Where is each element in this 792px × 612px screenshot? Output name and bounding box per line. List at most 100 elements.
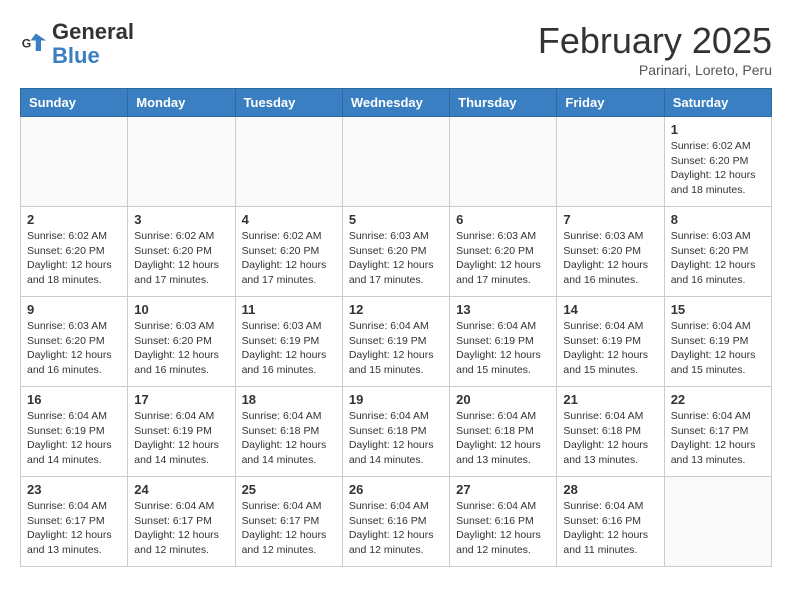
location: Parinari, Loreto, Peru <box>538 62 772 78</box>
calendar-cell: 7 Sunrise: 6:03 AM Sunset: 6:20 PM Daylig… <box>557 207 664 297</box>
calendar-cell: 25 Sunrise: 6:04 AM Sunset: 6:17 PM Dayli… <box>235 477 342 567</box>
day-number: 25 <box>242 482 336 497</box>
logo-general: General <box>52 19 134 44</box>
day-number: 27 <box>456 482 550 497</box>
logo: G General Blue <box>20 20 134 68</box>
weekday-header-tuesday: Tuesday <box>235 89 342 117</box>
calendar-cell: 11Sunrise: 6:03 AM Sunset: 6:19 PM Dayli… <box>235 297 342 387</box>
calendar-cell: 8 Sunrise: 6:03 AM Sunset: 6:20 PM Daylig… <box>664 207 771 297</box>
page-header: G General Blue February 2025 Parinari, L… <box>20 20 772 78</box>
day-info: Sunrise: 6:02 AM Sunset: 6:20 PM Dayligh… <box>134 229 228 288</box>
calendar-cell <box>235 117 342 207</box>
calendar-cell <box>342 117 449 207</box>
calendar-cell: 10 Sunrise: 6:03 AM Sunset: 6:20 PM Dayli… <box>128 297 235 387</box>
day-info: Sunrise: 6:04 AM Sunset: 6:16 PM Dayligh… <box>349 499 443 558</box>
day-info: Sunrise: 6:04 AM Sunset: 6:17 PM Dayligh… <box>27 499 121 558</box>
calendar-cell <box>128 117 235 207</box>
calendar-cell: 26 Sunrise: 6:04 AM Sunset: 6:16 PM Dayli… <box>342 477 449 567</box>
day-info: Sunrise: 6:03 AM Sunset: 6:20 PM Dayligh… <box>27 319 121 378</box>
weekday-header-monday: Monday <box>128 89 235 117</box>
day-number: 2 <box>27 212 121 227</box>
calendar-week-3: 9 Sunrise: 6:03 AM Sunset: 6:20 PM Daylig… <box>21 297 772 387</box>
calendar-cell <box>450 117 557 207</box>
weekday-header-wednesday: Wednesday <box>342 89 449 117</box>
calendar-cell: 14 Sunrise: 6:04 AM Sunset: 6:19 PM Dayli… <box>557 297 664 387</box>
day-info: Sunrise: 6:04 AM Sunset: 6:17 PM Dayligh… <box>242 499 336 558</box>
day-number: 10 <box>134 302 228 317</box>
calendar-cell <box>557 117 664 207</box>
calendar-week-4: 16 Sunrise: 6:04 AM Sunset: 6:19 PM Dayli… <box>21 387 772 477</box>
calendar-week-2: 2 Sunrise: 6:02 AM Sunset: 6:20 PM Daylig… <box>21 207 772 297</box>
title-area: February 2025 Parinari, Loreto, Peru <box>538 20 772 78</box>
day-number: 6 <box>456 212 550 227</box>
day-number: 3 <box>134 212 228 227</box>
day-info: Sunrise: 6:04 AM Sunset: 6:18 PM Dayligh… <box>456 409 550 468</box>
calendar-cell: 4 Sunrise: 6:02 AM Sunset: 6:20 PM Daylig… <box>235 207 342 297</box>
calendar-cell: 24 Sunrise: 6:04 AM Sunset: 6:17 PM Dayli… <box>128 477 235 567</box>
calendar-cell: 27 Sunrise: 6:04 AM Sunset: 6:16 PM Dayli… <box>450 477 557 567</box>
day-info: Sunrise: 6:04 AM Sunset: 6:19 PM Dayligh… <box>563 319 657 378</box>
calendar-cell <box>21 117 128 207</box>
weekday-header-thursday: Thursday <box>450 89 557 117</box>
day-number: 21 <box>563 392 657 407</box>
day-info: Sunrise: 6:04 AM Sunset: 6:18 PM Dayligh… <box>349 409 443 468</box>
calendar-week-1: 1 Sunrise: 6:02 AM Sunset: 6:20 PM Daylig… <box>21 117 772 207</box>
calendar-cell: 5 Sunrise: 6:03 AM Sunset: 6:20 PM Daylig… <box>342 207 449 297</box>
calendar-cell: 21 Sunrise: 6:04 AM Sunset: 6:18 PM Dayli… <box>557 387 664 477</box>
day-number: 4 <box>242 212 336 227</box>
day-number: 12 <box>349 302 443 317</box>
calendar-cell: 18Sunrise: 6:04 AM Sunset: 6:18 PM Dayli… <box>235 387 342 477</box>
month-title: February 2025 <box>538 20 772 62</box>
day-number: 28 <box>563 482 657 497</box>
day-info: Sunrise: 6:04 AM Sunset: 6:17 PM Dayligh… <box>671 409 765 468</box>
day-info: Sunrise: 6:03 AM Sunset: 6:20 PM Dayligh… <box>456 229 550 288</box>
calendar-cell: 3 Sunrise: 6:02 AM Sunset: 6:20 PM Daylig… <box>128 207 235 297</box>
calendar-cell: 22Sunrise: 6:04 AM Sunset: 6:17 PM Dayli… <box>664 387 771 477</box>
calendar-cell: 19 Sunrise: 6:04 AM Sunset: 6:18 PM Dayli… <box>342 387 449 477</box>
day-number: 18 <box>242 392 336 407</box>
calendar-cell: 17 Sunrise: 6:04 AM Sunset: 6:19 PM Dayli… <box>128 387 235 477</box>
day-number: 17 <box>134 392 228 407</box>
day-info: Sunrise: 6:04 AM Sunset: 6:16 PM Dayligh… <box>563 499 657 558</box>
day-number: 1 <box>671 122 765 137</box>
day-info: Sunrise: 6:03 AM Sunset: 6:20 PM Dayligh… <box>134 319 228 378</box>
day-number: 19 <box>349 392 443 407</box>
day-number: 7 <box>563 212 657 227</box>
logo-blue: Blue <box>52 43 100 68</box>
weekday-header-saturday: Saturday <box>664 89 771 117</box>
day-number: 15 <box>671 302 765 317</box>
day-number: 24 <box>134 482 228 497</box>
calendar-cell: 6 Sunrise: 6:03 AM Sunset: 6:20 PM Daylig… <box>450 207 557 297</box>
day-number: 8 <box>671 212 765 227</box>
day-info: Sunrise: 6:02 AM Sunset: 6:20 PM Dayligh… <box>242 229 336 288</box>
day-info: Sunrise: 6:03 AM Sunset: 6:20 PM Dayligh… <box>349 229 443 288</box>
day-number: 16 <box>27 392 121 407</box>
calendar-week-5: 23Sunrise: 6:04 AM Sunset: 6:17 PM Dayli… <box>21 477 772 567</box>
weekday-header-row: SundayMondayTuesdayWednesdayThursdayFrid… <box>21 89 772 117</box>
calendar-cell <box>664 477 771 567</box>
calendar-cell: 13Sunrise: 6:04 AM Sunset: 6:19 PM Dayli… <box>450 297 557 387</box>
day-info: Sunrise: 6:04 AM Sunset: 6:19 PM Dayligh… <box>349 319 443 378</box>
day-info: Sunrise: 6:04 AM Sunset: 6:19 PM Dayligh… <box>27 409 121 468</box>
day-number: 5 <box>349 212 443 227</box>
svg-text:G: G <box>22 37 32 51</box>
day-info: Sunrise: 6:03 AM Sunset: 6:20 PM Dayligh… <box>563 229 657 288</box>
day-number: 9 <box>27 302 121 317</box>
day-info: Sunrise: 6:02 AM Sunset: 6:20 PM Dayligh… <box>27 229 121 288</box>
calendar-cell: 1 Sunrise: 6:02 AM Sunset: 6:20 PM Daylig… <box>664 117 771 207</box>
calendar-cell: 15Sunrise: 6:04 AM Sunset: 6:19 PM Dayli… <box>664 297 771 387</box>
day-info: Sunrise: 6:04 AM Sunset: 6:16 PM Dayligh… <box>456 499 550 558</box>
day-number: 26 <box>349 482 443 497</box>
day-info: Sunrise: 6:04 AM Sunset: 6:17 PM Dayligh… <box>134 499 228 558</box>
day-info: Sunrise: 6:03 AM Sunset: 6:19 PM Dayligh… <box>242 319 336 378</box>
logo-icon: G <box>20 30 48 58</box>
day-info: Sunrise: 6:02 AM Sunset: 6:20 PM Dayligh… <box>671 139 765 198</box>
weekday-header-sunday: Sunday <box>21 89 128 117</box>
calendar-cell: 12 Sunrise: 6:04 AM Sunset: 6:19 PM Dayli… <box>342 297 449 387</box>
day-info: Sunrise: 6:04 AM Sunset: 6:19 PM Dayligh… <box>456 319 550 378</box>
weekday-header-friday: Friday <box>557 89 664 117</box>
day-info: Sunrise: 6:03 AM Sunset: 6:20 PM Dayligh… <box>671 229 765 288</box>
day-info: Sunrise: 6:04 AM Sunset: 6:18 PM Dayligh… <box>563 409 657 468</box>
day-number: 14 <box>563 302 657 317</box>
day-info: Sunrise: 6:04 AM Sunset: 6:19 PM Dayligh… <box>134 409 228 468</box>
